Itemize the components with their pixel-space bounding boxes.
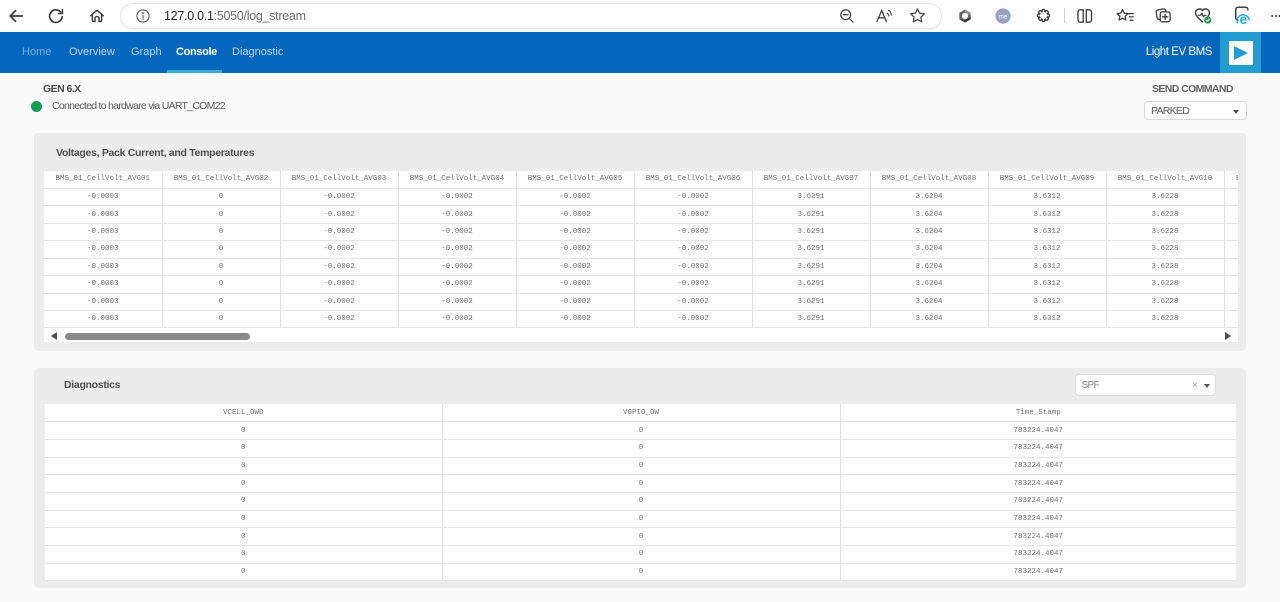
svg-text:me: me	[998, 13, 1007, 20]
svg-text:e: e	[1240, 12, 1248, 25]
